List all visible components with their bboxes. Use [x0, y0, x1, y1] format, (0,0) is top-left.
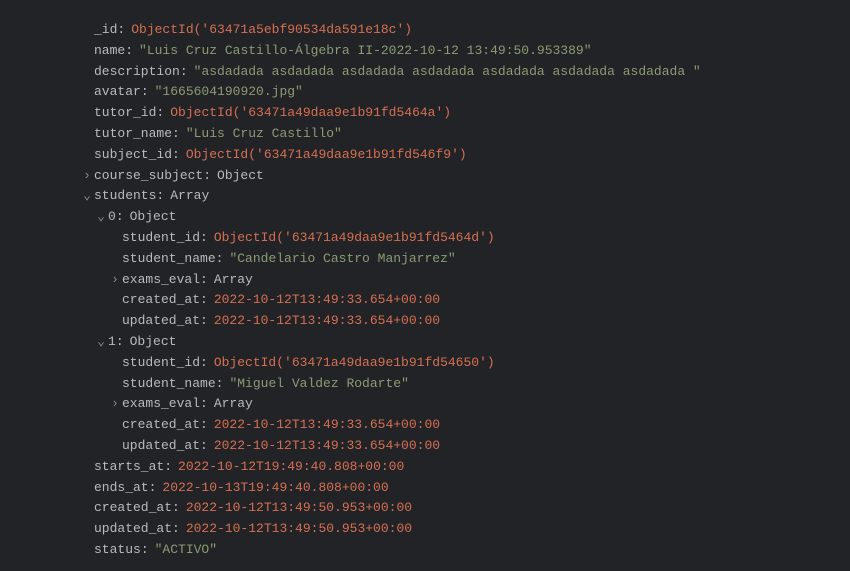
document-viewer: _id ObjectId('63471a5ebf90534da591e18c')… [60, 20, 850, 561]
field-name: name "Luis Cruz Castillo-Álgebra II-2022… [60, 41, 850, 62]
field-created-at: created_at 2022-10-12T13:49:50.953+00:00 [60, 498, 850, 519]
value-ends-at: 2022-10-13T19:49:40.808+00:00 [162, 478, 388, 499]
field-student-1-name: student_name "Miguel Valdez Rodarte" [60, 374, 850, 395]
chevron-down-icon[interactable]: ⌄ [80, 186, 94, 207]
key-student-0: 0 [108, 207, 130, 228]
key-avatar: avatar [94, 82, 155, 103]
field-student-0-exams[interactable]: › exams_eval Array [60, 270, 850, 291]
value-student-1-id: ObjectId('63471a49daa9e1b91fd54650') [214, 353, 495, 374]
field-student-1-created: created_at 2022-10-12T13:49:33.654+00:00 [60, 415, 850, 436]
field-starts-at: starts_at 2022-10-12T19:49:40.808+00:00 [60, 457, 850, 478]
field-student-1-updated: updated_at 2022-10-12T13:49:33.654+00:00 [60, 436, 850, 457]
type-student-1: Object [130, 332, 177, 353]
field-student-0-updated: updated_at 2022-10-12T13:49:33.654+00:00 [60, 311, 850, 332]
type-course-subject: Object [217, 166, 264, 187]
value-student-0-id: ObjectId('63471a49daa9e1b91fd5464d') [214, 228, 495, 249]
key-student-1-created: created_at [122, 415, 214, 436]
field-subject-id: subject_id ObjectId('63471a49daa9e1b91fd… [60, 145, 850, 166]
field-student-0-created: created_at 2022-10-12T13:49:33.654+00:00 [60, 290, 850, 311]
key-subject-id: subject_id [94, 145, 186, 166]
field-tutor-id: tutor_id ObjectId('63471a49daa9e1b91fd54… [60, 103, 850, 124]
type-students: Array [170, 186, 209, 207]
field-students[interactable]: ⌄ students Array [60, 186, 850, 207]
type-student-0: Object [130, 207, 177, 228]
student-1[interactable]: ⌄ 1 Object [60, 332, 850, 353]
key-student-1: 1 [108, 332, 130, 353]
value-student-0-updated: 2022-10-12T13:49:33.654+00:00 [214, 311, 440, 332]
value-id: ObjectId('63471a5ebf90534da591e18c') [131, 20, 412, 41]
value-status: "ACTIVO" [155, 540, 217, 561]
field-ends-at: ends_at 2022-10-13T19:49:40.808+00:00 [60, 478, 850, 499]
field-course-subject[interactable]: › course_subject Object [60, 166, 850, 187]
field-status: status "ACTIVO" [60, 540, 850, 561]
key-created-at: created_at [94, 498, 186, 519]
value-tutor-name: "Luis Cruz Castillo" [186, 124, 342, 145]
chevron-down-icon[interactable]: ⌄ [94, 332, 108, 353]
field-updated-at: updated_at 2022-10-12T13:49:50.953+00:00 [60, 519, 850, 540]
key-starts-at: starts_at [94, 457, 178, 478]
key-id: _id [94, 20, 131, 41]
key-tutor-id: tutor_id [94, 103, 170, 124]
key-updated-at: updated_at [94, 519, 186, 540]
field-student-1-id: student_id ObjectId('63471a49daa9e1b91fd… [60, 353, 850, 374]
value-name: "Luis Cruz Castillo-Álgebra II-2022-10-1… [139, 41, 591, 62]
key-student-1-name: student_name [122, 374, 229, 395]
value-description: "asdadada asdadada asdadada asdadada asd… [194, 62, 701, 83]
key-student-0-updated: updated_at [122, 311, 214, 332]
field-avatar: avatar "1665604190920.jpg" [60, 82, 850, 103]
type-student-1-exams: Array [214, 394, 253, 415]
key-course-subject: course_subject [94, 166, 217, 187]
student-0[interactable]: ⌄ 0 Object [60, 207, 850, 228]
field-tutor-name: tutor_name "Luis Cruz Castillo" [60, 124, 850, 145]
field-student-0-name: student_name "Candelario Castro Manjarre… [60, 249, 850, 270]
key-status: status [94, 540, 155, 561]
value-tutor-id: ObjectId('63471a49daa9e1b91fd5464a') [170, 103, 451, 124]
key-student-1-id: student_id [122, 353, 214, 374]
value-student-0-created: 2022-10-12T13:49:33.654+00:00 [214, 290, 440, 311]
value-student-0-name: "Candelario Castro Manjarrez" [229, 249, 455, 270]
key-student-1-updated: updated_at [122, 436, 214, 457]
key-student-0-created: created_at [122, 290, 214, 311]
key-ends-at: ends_at [94, 478, 162, 499]
chevron-right-icon[interactable]: › [108, 394, 122, 415]
key-student-0-exams: exams_eval [122, 270, 214, 291]
value-starts-at: 2022-10-12T19:49:40.808+00:00 [178, 457, 404, 478]
key-student-1-exams: exams_eval [122, 394, 214, 415]
value-student-1-created: 2022-10-12T13:49:33.654+00:00 [214, 415, 440, 436]
value-created-at: 2022-10-12T13:49:50.953+00:00 [186, 498, 412, 519]
value-avatar: "1665604190920.jpg" [155, 82, 303, 103]
field-id: _id ObjectId('63471a5ebf90534da591e18c') [60, 20, 850, 41]
value-updated-at: 2022-10-12T13:49:50.953+00:00 [186, 519, 412, 540]
key-students: students [94, 186, 170, 207]
key-name: name [94, 41, 139, 62]
value-student-1-updated: 2022-10-12T13:49:33.654+00:00 [214, 436, 440, 457]
value-student-1-name: "Miguel Valdez Rodarte" [229, 374, 408, 395]
key-student-0-name: student_name [122, 249, 229, 270]
key-tutor-name: tutor_name [94, 124, 186, 145]
key-description: description [94, 62, 194, 83]
value-subject-id: ObjectId('63471a49daa9e1b91fd546f9') [186, 145, 467, 166]
chevron-right-icon[interactable]: › [108, 270, 122, 291]
type-student-0-exams: Array [214, 270, 253, 291]
field-description: description "asdadada asdadada asdadada … [60, 62, 850, 83]
field-student-0-id: student_id ObjectId('63471a49daa9e1b91fd… [60, 228, 850, 249]
key-student-0-id: student_id [122, 228, 214, 249]
field-student-1-exams[interactable]: › exams_eval Array [60, 394, 850, 415]
chevron-down-icon[interactable]: ⌄ [94, 207, 108, 228]
chevron-right-icon[interactable]: › [80, 166, 94, 187]
